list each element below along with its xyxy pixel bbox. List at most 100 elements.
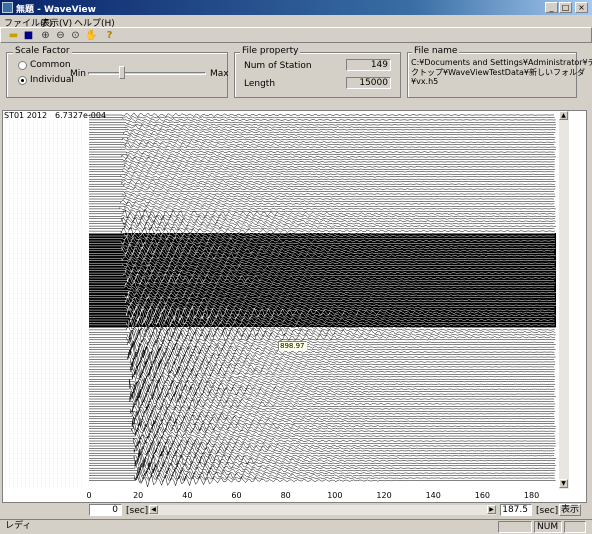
station-trace: [89, 199, 555, 205]
station-trace: [89, 130, 556, 135]
zoom-out-icon[interactable]: ⊖: [54, 29, 67, 42]
start-time-input[interactable]: 0: [89, 504, 122, 516]
station-trace: [89, 124, 556, 130]
station-trace: [89, 128, 556, 132]
common-label: Common: [30, 60, 71, 70]
hand-icon[interactable]: ✋: [85, 29, 98, 42]
cursor-tooltip: 898.97: [278, 341, 307, 351]
show-button[interactable]: 表示: [559, 504, 581, 516]
station-trace: [89, 170, 555, 174]
station-trace: [89, 365, 555, 379]
station-trace: [89, 172, 555, 177]
waveform-canvas: [5, 112, 557, 488]
status-bar: レディ NUM: [0, 519, 592, 534]
scroll-right-icon[interactable]: ▶: [487, 505, 496, 514]
station-trace: [89, 156, 555, 162]
time-range-bar: 0 [sec] ◀ ▶ 187.5 [sec] 表示: [0, 503, 592, 517]
length-label: Length: [244, 79, 276, 89]
common-radio[interactable]: [18, 61, 27, 70]
x-tick-120: 120: [376, 491, 392, 500]
station-trace: [89, 193, 556, 199]
individual-radio[interactable]: [18, 76, 27, 85]
x-tick-60: 60: [231, 491, 242, 500]
maximize-icon[interactable]: □: [559, 2, 572, 13]
station-trace: [89, 428, 555, 440]
station-trace: [89, 174, 555, 179]
close-icon[interactable]: ×: [575, 2, 588, 13]
x-tick-140: 140: [425, 491, 441, 500]
x-tick-80: 80: [280, 491, 291, 500]
x-axis: 0 20 40 60 80 100 120 140 160 180: [3, 489, 586, 502]
station-trace: [89, 152, 555, 157]
min-label: Min: [70, 69, 86, 79]
station-trace: [89, 192, 555, 196]
station-trace: [89, 120, 556, 125]
station-trace: [89, 112, 555, 118]
horizontal-scrollbar[interactable]: ◀ ▶: [149, 505, 496, 515]
station-trace: [89, 474, 556, 488]
waveform-display[interactable]: ST01 2012 6.7327e-004 898.97 ▲ ▼ 0 20 40 60…: [2, 110, 587, 503]
station-trace: [89, 186, 556, 192]
x-tick-40: 40: [182, 491, 193, 500]
station-trace: [89, 132, 555, 136]
file-property-legend: File property: [240, 46, 301, 56]
station-trace: [89, 148, 556, 151]
station-trace: [89, 118, 556, 122]
scroll-up-icon[interactable]: ▲: [559, 111, 568, 120]
station-scale-value: 6.7327e-004: [55, 111, 107, 120]
station-trace: [89, 201, 555, 207]
status-num: NUM: [534, 521, 562, 533]
station-trace: [89, 137, 555, 141]
title-bar: 無題 - WaveView _ □ ×: [0, 0, 592, 15]
file-path-line3: ¥vx.h5: [411, 77, 439, 86]
end-time-input[interactable]: 187.5: [500, 504, 532, 516]
station-trace: [89, 225, 555, 232]
status-pane-blank: [498, 521, 532, 533]
length-value: 15000: [346, 77, 391, 89]
scroll-down-icon[interactable]: ▼: [559, 479, 568, 488]
x-tick-20: 20: [133, 491, 144, 500]
help-icon[interactable]: ?: [103, 29, 116, 42]
station-trace: [89, 182, 555, 186]
individual-label: Individual: [30, 75, 74, 85]
station-trace: [89, 167, 556, 172]
x-tick-180: 180: [523, 491, 540, 500]
status-pane-scrl: [564, 521, 586, 533]
scale-factor-legend: Scale Factor: [13, 46, 72, 56]
scale-slider-track: [88, 72, 206, 75]
station-trace: [89, 197, 555, 201]
station-trace: [89, 404, 555, 414]
station-trace: [89, 336, 555, 348]
station-trace: [89, 140, 556, 145]
toolbar: ▬ ■ ⊕ ⊖ ⊙ ✋ ?: [0, 27, 592, 43]
start-time-unit: [sec]: [126, 506, 149, 516]
station-trace: [89, 184, 556, 189]
station-trace: [89, 467, 555, 482]
station-id-label: ST01 2012: [4, 111, 48, 120]
x-tick-160: 160: [474, 491, 491, 500]
app-icon: [2, 2, 13, 13]
station-trace: [89, 328, 555, 345]
num-station-label: Num of Station: [244, 61, 312, 71]
file-name-legend: File name: [412, 46, 460, 56]
open-folder-icon[interactable]: ▬: [7, 29, 20, 42]
station-trace: [89, 403, 555, 411]
station-trace: [89, 135, 556, 140]
end-time-unit: [sec]: [536, 506, 559, 516]
station-trace: [89, 154, 556, 160]
zoom-in-icon[interactable]: ⊕: [39, 29, 52, 42]
station-trace: [89, 389, 556, 403]
x-tick-0: 0: [86, 491, 92, 500]
scale-slider-thumb[interactable]: [119, 66, 126, 79]
zoom-icon[interactable]: ⊙: [69, 29, 82, 42]
x-tick-100: 100: [327, 491, 343, 500]
save-icon[interactable]: ■: [22, 29, 35, 42]
vertical-scrollbar[interactable]: ▲ ▼: [559, 111, 569, 489]
menu-bar: ファイル(F) 表示(V) ヘルプ(H): [0, 15, 592, 29]
num-station-value: 149: [346, 59, 391, 71]
station-trace: [89, 123, 557, 127]
station-trace: [89, 204, 555, 209]
scroll-left-icon[interactable]: ◀: [149, 505, 158, 514]
minimize-icon[interactable]: _: [545, 2, 558, 13]
station-trace: [89, 177, 555, 181]
